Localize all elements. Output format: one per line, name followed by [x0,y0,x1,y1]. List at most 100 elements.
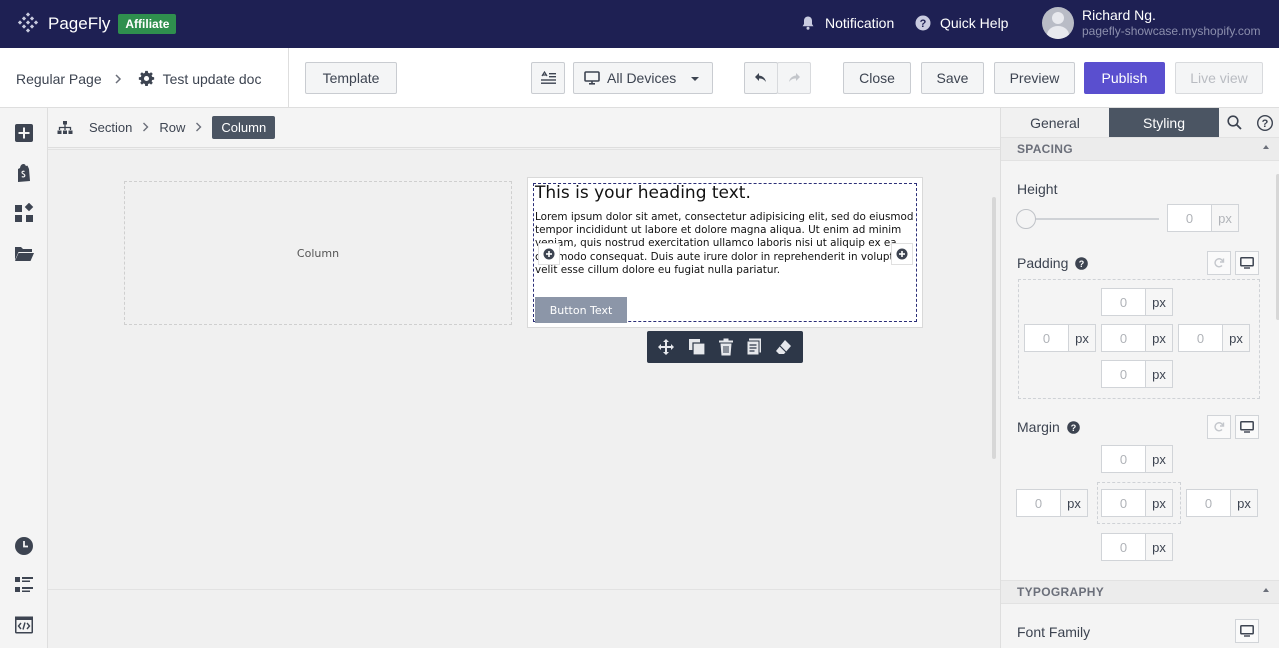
collapse-caret-icon [1263,588,1269,592]
add-right-handle[interactable] [891,243,913,265]
user-menu[interactable]: Richard Ng. pagefly-showcase.myshopify.c… [1042,7,1261,39]
page-breadcrumb: Regular Page Test update doc [16,70,261,87]
canvas-scrollbar[interactable] [992,197,996,459]
close-button[interactable]: Close [843,62,911,94]
margin-bottom-unit: px [1146,534,1172,560]
divider [288,48,289,108]
widgets-icon[interactable] [14,203,34,223]
save-button[interactable]: Save [921,62,984,94]
button-element[interactable]: Button Text [535,297,627,323]
margin-label: Margin ? [1017,419,1080,435]
typography-section-header[interactable]: TYPOGRAPHY [1001,580,1279,604]
svg-text:?: ? [1261,118,1268,130]
editor-canvas[interactable]: Column This is your heading text. Lorem … [48,149,1000,648]
padding-bottom-input[interactable]: 0 px [1101,360,1173,388]
refresh-icon [1214,258,1225,268]
text-align-button[interactable] [531,62,565,94]
folder-icon[interactable] [14,243,34,263]
padding-center-unit: px [1146,325,1172,351]
template-button[interactable]: Template [305,62,397,94]
collapse-caret-icon [1263,145,1269,149]
user-shop: pagefly-showcase.myshopify.com [1082,24,1261,38]
element-breadcrumb: Section Row Column [48,108,1000,148]
bell-icon [802,16,814,30]
code-icon[interactable] [14,615,34,635]
outline-list-icon[interactable] [14,575,34,595]
notification-label: Notification [825,15,895,31]
margin-bottom-input[interactable]: 0 px [1101,533,1173,561]
padding-device-button[interactable] [1235,251,1259,275]
history-icon[interactable] [14,536,34,556]
breadcrumb-column[interactable]: Column [212,116,276,139]
search-button[interactable] [1219,108,1249,138]
padding-bottom-value: 0 [1102,361,1146,387]
undo-button[interactable] [744,62,778,94]
empty-column[interactable]: Column [124,181,512,325]
margin-right-input[interactable]: 0 px [1186,489,1258,517]
selected-column[interactable]: This is your heading text. Lorem ipsum d… [528,178,922,327]
height-unit: px [1212,205,1238,231]
page-name[interactable]: Test update doc [163,71,262,87]
save-template-icon[interactable] [746,338,762,356]
duplicate-icon[interactable] [688,338,706,356]
add-element-icon[interactable] [14,123,34,143]
spacing-section-header[interactable]: SPACING [1001,137,1279,161]
inspector-tabs: General Styling ? [1001,108,1279,138]
height-input[interactable]: 0 px [1167,204,1239,232]
tab-general[interactable]: General [1001,108,1109,138]
spacing-title: SPACING [1017,142,1073,156]
height-slider-knob[interactable] [1016,209,1036,229]
column-placeholder: Column [296,246,340,260]
trash-icon[interactable] [718,338,734,356]
margin-right-unit: px [1231,490,1257,516]
live-view-button[interactable]: Live view [1175,62,1263,94]
logo-name: PageFly [48,14,111,33]
heading-element[interactable]: This is your heading text. [535,183,751,203]
padding-center-input[interactable]: 0 px [1101,324,1173,352]
breadcrumb-row[interactable]: Row [159,120,185,135]
padding-top-input[interactable]: 0 px [1101,288,1173,316]
padding-link-button[interactable] [1207,251,1231,275]
add-left-handle[interactable] [538,243,560,265]
quick-help-label: Quick Help [940,15,1009,31]
padding-top-value: 0 [1102,289,1146,315]
padding-center-value: 0 [1102,325,1146,351]
caret-down-icon [691,77,699,81]
padding-left-input[interactable]: 0 px [1024,324,1096,352]
affiliate-badge[interactable]: Affiliate [118,14,177,34]
margin-device-button[interactable] [1235,415,1259,439]
gear-icon[interactable] [138,70,155,87]
margin-top-input[interactable]: 0 px [1101,445,1173,473]
margin-link-button[interactable] [1207,415,1231,439]
sitemap-icon[interactable] [57,120,73,136]
margin-left-input[interactable]: 0 px [1016,489,1088,517]
height-slider-track[interactable] [1025,218,1159,220]
padding-left-value: 0 [1025,325,1069,351]
publish-button[interactable]: Publish [1084,62,1165,94]
preview-button[interactable]: Preview [994,62,1075,94]
margin-left-unit: px [1061,490,1087,516]
device-select[interactable]: All Devices [573,62,713,94]
quick-help-button[interactable]: ? Quick Help [915,15,1008,31]
help-button[interactable]: ? [1249,108,1279,138]
shopify-icon[interactable] [14,163,34,183]
desktop-icon [584,71,600,85]
text-lines-icon [540,71,556,84]
margin-top-unit: px [1146,446,1172,472]
padding-right-unit: px [1223,325,1249,351]
eraser-icon[interactable] [775,338,793,356]
help-circle-icon[interactable]: ? [1066,420,1080,434]
notification-button[interactable]: Notification [800,15,894,31]
tab-styling[interactable]: Styling [1109,108,1219,138]
move-icon[interactable] [657,338,675,356]
margin-center-input[interactable]: 0 px [1101,489,1173,517]
paragraph-element[interactable]: Lorem ipsum dolor sit amet, consectetur … [535,211,923,277]
breadcrumb-section[interactable]: Section [89,120,132,135]
redo-button[interactable] [777,62,811,94]
font-device-button[interactable] [1235,619,1259,643]
padding-right-input[interactable]: 0 px [1178,324,1250,352]
editor-toolbar: Regular Page Test update doc Template Al… [0,48,1279,108]
page-type-link[interactable]: Regular Page [16,71,102,87]
help-circle-icon[interactable]: ? [1075,256,1089,270]
brand[interactable]: PageFly Affiliate [16,12,177,36]
